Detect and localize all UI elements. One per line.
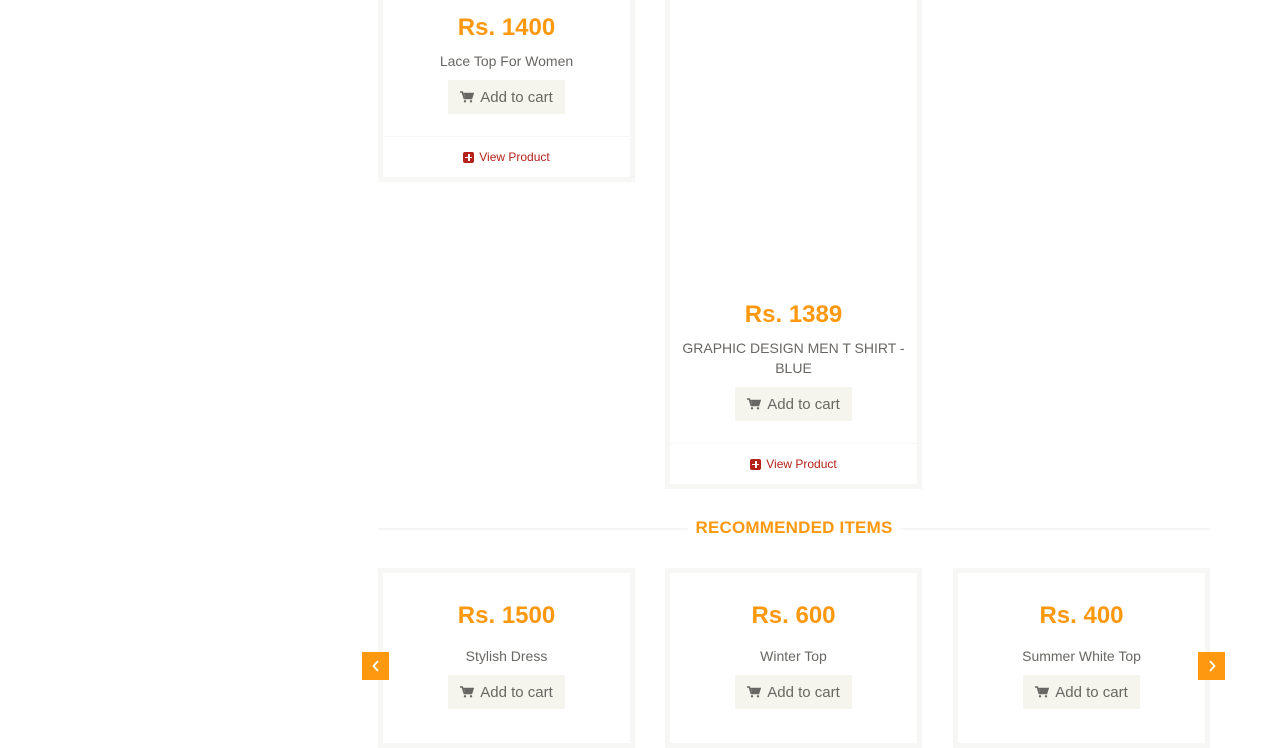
product-name: GRAPHIC DESIGN MEN T SHIRT - BLUE [682, 340, 905, 376]
view-product-label: View Product [766, 457, 837, 471]
cart-icon [747, 686, 762, 698]
cart-icon [747, 398, 762, 410]
product-name: Summer White Top [1022, 648, 1141, 664]
recommended-product-card: Rs. 1500 Stylish Dress Add to cart [378, 568, 635, 748]
plus-square-icon [750, 458, 762, 470]
product-price: Rs. 600 [751, 602, 836, 629]
product-price: Rs. 400 [1039, 602, 1124, 629]
add-to-cart-button[interactable]: Add to cart [735, 675, 852, 709]
add-to-cart-button[interactable]: Add to cart [735, 387, 852, 421]
product-name: Stylish Dress [465, 648, 548, 664]
recommended-product-card: Rs. 400 Summer White Top Add to cart [953, 568, 1210, 748]
carousel-prev-button[interactable] [362, 652, 389, 680]
add-to-cart-label: Add to cart [767, 683, 840, 701]
carousel-next-button[interactable] [1198, 652, 1225, 680]
add-to-cart-button[interactable]: Add to cart [1023, 675, 1140, 709]
add-to-cart-label: Add to cart [767, 395, 840, 413]
product-card: Rs. 1389 GRAPHIC DESIGN MEN T SHIRT - BL… [665, 0, 922, 489]
product-price: Rs. 1400 [457, 14, 556, 41]
chevron-right-icon [1208, 660, 1216, 672]
cart-icon [460, 686, 475, 698]
chevron-left-icon [371, 660, 379, 672]
view-product-label: View Product [479, 150, 550, 164]
recommended-items-section-header: RECOMMENDED ITEMS [378, 514, 1210, 542]
cart-icon [1035, 686, 1050, 698]
recommended-product-card: Rs. 600 Winter Top Add to cart [665, 568, 922, 748]
plus-square-icon [463, 151, 475, 163]
add-to-cart-button[interactable]: Add to cart [448, 80, 565, 114]
product-price: Rs. 1500 [457, 602, 556, 629]
add-to-cart-label: Add to cart [480, 683, 553, 701]
product-price: Rs. 1389 [744, 301, 843, 328]
product-name: Lace Top For Women [439, 53, 574, 69]
cart-icon [460, 91, 475, 103]
section-title: RECOMMENDED ITEMS [687, 518, 901, 538]
product-card: Rs. 1400 Lace Top For Women Add to cart … [378, 0, 635, 182]
view-product-link[interactable]: View Product [670, 443, 917, 484]
add-to-cart-button[interactable]: Add to cart [448, 675, 565, 709]
add-to-cart-label: Add to cart [480, 88, 553, 106]
product-name: Winter Top [760, 648, 827, 664]
add-to-cart-label: Add to cart [1055, 683, 1128, 701]
view-product-link[interactable]: View Product [383, 136, 630, 177]
